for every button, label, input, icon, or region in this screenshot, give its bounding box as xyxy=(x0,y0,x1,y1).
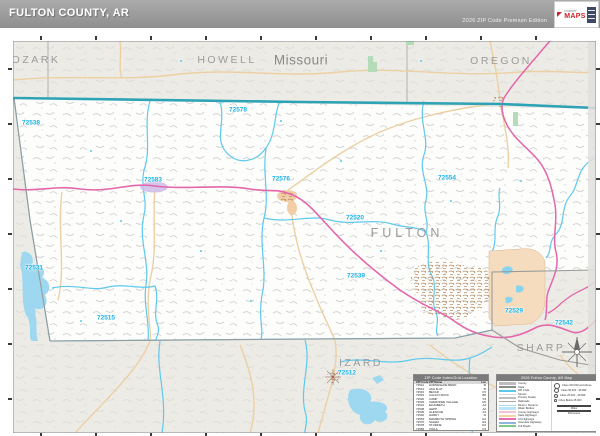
frame-left xyxy=(0,28,13,436)
county-label: FULTON xyxy=(370,226,444,240)
map-key-item-label: State Highways xyxy=(518,414,537,418)
map-key-item-label: Interstate Highways xyxy=(518,421,542,425)
line-swatch xyxy=(499,425,516,428)
zip-code-label: 72576 xyxy=(271,175,291,183)
line-swatch xyxy=(499,382,516,386)
zip-code-label: 72542 xyxy=(554,319,574,327)
line-swatch xyxy=(499,396,516,399)
line-swatch xyxy=(499,411,516,414)
city-circle-icon xyxy=(554,399,557,402)
grid-ticks-left xyxy=(8,68,12,426)
line-swatch xyxy=(499,407,516,411)
zip-code-label: 72554 xyxy=(437,174,457,182)
city-size-label: Cities 100,000 and Above xyxy=(562,384,592,387)
city-size-item: Cities Below 25,000 xyxy=(554,398,594,403)
city-size-key: Cities 100,000 and Above Cities 50,000 -… xyxy=(554,382,594,403)
logo-side-box xyxy=(586,6,596,23)
zip-index-name: VIOLA xyxy=(429,426,438,431)
city-size-label: Cities Below 25,000 xyxy=(558,399,582,402)
line-swatch xyxy=(499,386,516,389)
map-key-item-label: Railroads xyxy=(518,400,530,403)
zip-code-label: 72520 xyxy=(345,214,365,222)
scale-bars: Miles Kilometers xyxy=(554,405,594,415)
city-circle-icon xyxy=(554,388,559,393)
line-swatch xyxy=(499,414,516,417)
scale-bar-label: Kilometers xyxy=(567,412,581,416)
map-page: OZARK HOWELL Missouri OREGON FULTON IZAR… xyxy=(0,0,600,436)
county-label: IZARD xyxy=(339,357,383,369)
line-swatch xyxy=(499,389,516,392)
grid-ticks-right xyxy=(596,68,600,426)
line-swatch xyxy=(499,421,516,424)
map-key-item-label: Water Bodies xyxy=(518,407,535,411)
county-label: Missouri xyxy=(273,52,329,68)
city-size-label: Cities 50,000 - 99,999 xyxy=(561,389,587,392)
page-title: FULTON COUNTY, AR xyxy=(9,7,130,19)
zip-index-zip: 72583 xyxy=(416,426,425,431)
zip-code-label: 72583 xyxy=(143,176,163,184)
map-key-item-label: ZIP Code xyxy=(518,389,530,393)
frame-right xyxy=(596,28,600,436)
line-swatch xyxy=(499,418,516,421)
map-key-legend: 2026 Fulton County, AR Map County State xyxy=(496,374,597,432)
frame-top xyxy=(0,28,600,41)
zip-code-label: 72512 xyxy=(337,369,357,377)
county-label: SHARP xyxy=(516,342,566,354)
zip-code-label: 72578 xyxy=(228,106,248,114)
grid-ticks-top xyxy=(40,36,590,40)
zip-code-label: 72539 xyxy=(346,272,366,280)
map-key-item-label: Toll Roads xyxy=(518,424,531,428)
map-key-item: Toll Roads xyxy=(499,425,549,429)
county-label: OZARK xyxy=(11,54,61,66)
zip-code-label: 72531 xyxy=(24,264,44,272)
zip-index-loc: C3 xyxy=(482,426,486,431)
edition-label: 2026 ZIP Code Premium Edition xyxy=(462,18,547,24)
zip-code-label: 72538 xyxy=(21,119,41,127)
city-size-label: Cities 25,000 - 49,999 xyxy=(560,394,586,397)
marketmaps-logo: market MAPS xyxy=(554,1,599,28)
zip-index-row: 72583 VIOLA C3 xyxy=(414,426,488,431)
zip-index-rows: 72512 HORSESHOE BEND I6 72513 ASH FLAT I… xyxy=(414,383,488,431)
logo-flag-icon xyxy=(557,12,563,17)
zip-index-legend: ZIP Code Index/Grid Location ZIP Code ZI… xyxy=(413,374,489,431)
line-swatch xyxy=(499,401,516,402)
county-label: HOWELL xyxy=(197,54,257,66)
map-key-line-items: County State ZIP Code Streets Primary Ro… xyxy=(497,381,551,431)
header-bar: FULTON COUNTY, AR 2026 ZIP Code Premium … xyxy=(0,0,600,28)
map-key-item-label: County xyxy=(518,382,527,386)
zip-code-label: 72515 xyxy=(96,314,116,322)
zip-code-label: 72529 xyxy=(504,307,524,315)
map-key-item-label: Primary Roads xyxy=(518,396,536,400)
scale-bar-group: Kilometers xyxy=(554,410,594,415)
line-swatch xyxy=(499,404,516,406)
line-swatch xyxy=(499,393,516,395)
city-circle-icon xyxy=(554,393,558,398)
county-label: OREGON xyxy=(470,55,532,67)
logo-text-main: MAPS xyxy=(564,13,586,20)
